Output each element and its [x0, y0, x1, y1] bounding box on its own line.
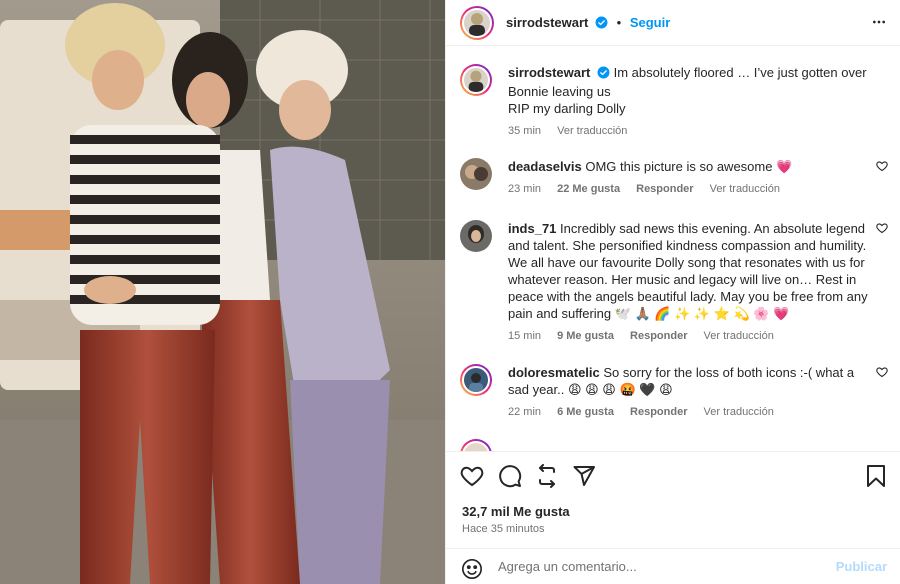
bookmark-icon[interactable]: [865, 464, 887, 491]
comment-input[interactable]: Agrega un comentario...: [498, 559, 637, 574]
comment-likes[interactable]: 9 Me gusta: [557, 330, 614, 342]
post-photo-illustration: [0, 0, 445, 584]
comment-heart-icon[interactable]: [876, 222, 888, 237]
caption-text-line2: Bonnie leaving us: [508, 84, 611, 99]
translate-link[interactable]: Ver traducción: [704, 330, 774, 342]
reply-button[interactable]: Responder: [636, 183, 693, 195]
comment-username[interactable]: deadaselvis: [508, 159, 582, 174]
comment-time: 23 min: [508, 183, 542, 195]
comment-heart-icon[interactable]: [876, 160, 888, 175]
translate-link[interactable]: Ver traducción: [710, 183, 780, 195]
comment-username[interactable]: inds_71: [508, 221, 556, 236]
add-comment-bar: Agrega un comentario... Publicar: [446, 548, 900, 584]
comments-list[interactable]: sirrodstewart Im absolutely floored … I’…: [446, 47, 900, 451]
caption-text-line1: Im absolutely floored … I’ve just gotten…: [613, 65, 867, 80]
commenter-avatar[interactable]: [460, 158, 492, 190]
post-photo[interactable]: [0, 0, 445, 584]
separator-dot: •: [616, 15, 622, 30]
publish-button[interactable]: Publicar: [836, 559, 887, 574]
comment-username[interactable]: doloresmatelic: [508, 365, 600, 380]
commenter-avatar[interactable]: [460, 364, 492, 396]
comment-icon[interactable]: [498, 464, 522, 491]
comment-likes[interactable]: 22 Me gusta: [557, 183, 620, 195]
reply-button[interactable]: Responder: [630, 406, 687, 418]
comment-text: Incredibly sad news this evening. An abs…: [508, 221, 868, 321]
follow-button[interactable]: Seguir: [630, 15, 670, 30]
commenter-avatar[interactable]: [460, 220, 492, 252]
post-panel: sirrodstewart • Seguir sirrodstewart Im …: [445, 0, 900, 584]
author-avatar[interactable]: [460, 6, 494, 40]
post-time: Hace 35 minutos: [462, 523, 545, 535]
commenter-avatar[interactable]: [460, 439, 492, 451]
caption-translate-link[interactable]: Ver traducción: [557, 125, 627, 137]
comment-text: OMG this picture is so awesome 💗: [585, 159, 793, 174]
verified-icon: [597, 66, 610, 83]
comment-item: doloresmatelic So sorry for the loss of …: [460, 364, 890, 421]
comment-item: deadaselvis OMG this picture is so aweso…: [460, 158, 890, 198]
heart-icon[interactable]: [460, 464, 484, 491]
verified-icon: [595, 16, 608, 32]
share-icon[interactable]: [572, 464, 596, 491]
caption-text-line3: RIP my darling Dolly: [508, 101, 626, 116]
comment-likes[interactable]: 6 Me gusta: [557, 406, 614, 418]
action-bar: 32,7 mil Me gusta Hace 35 minutos: [446, 451, 900, 548]
more-icon[interactable]: [871, 14, 887, 33]
repost-icon[interactable]: [535, 464, 559, 491]
caption: sirrodstewart Im absolutely floored … I’…: [460, 64, 890, 140]
reply-button[interactable]: Responder: [630, 330, 687, 342]
caption-username[interactable]: sirrodstewart: [508, 65, 590, 80]
comment-time: 15 min: [508, 330, 542, 342]
comment-item: inds_71 Incredibly sad news this evening…: [460, 220, 890, 345]
caption-time: 35 min: [508, 125, 542, 137]
post-header: sirrodstewart • Seguir: [446, 0, 900, 46]
comment-heart-icon[interactable]: [876, 366, 888, 381]
translate-link[interactable]: Ver traducción: [704, 406, 774, 418]
emoji-icon[interactable]: [461, 558, 483, 583]
likes-count[interactable]: 32,7 mil Me gusta: [462, 504, 570, 519]
comment-time: 22 min: [508, 406, 542, 418]
author-username[interactable]: sirrodstewart: [506, 15, 588, 30]
caption-avatar[interactable]: [460, 64, 492, 96]
